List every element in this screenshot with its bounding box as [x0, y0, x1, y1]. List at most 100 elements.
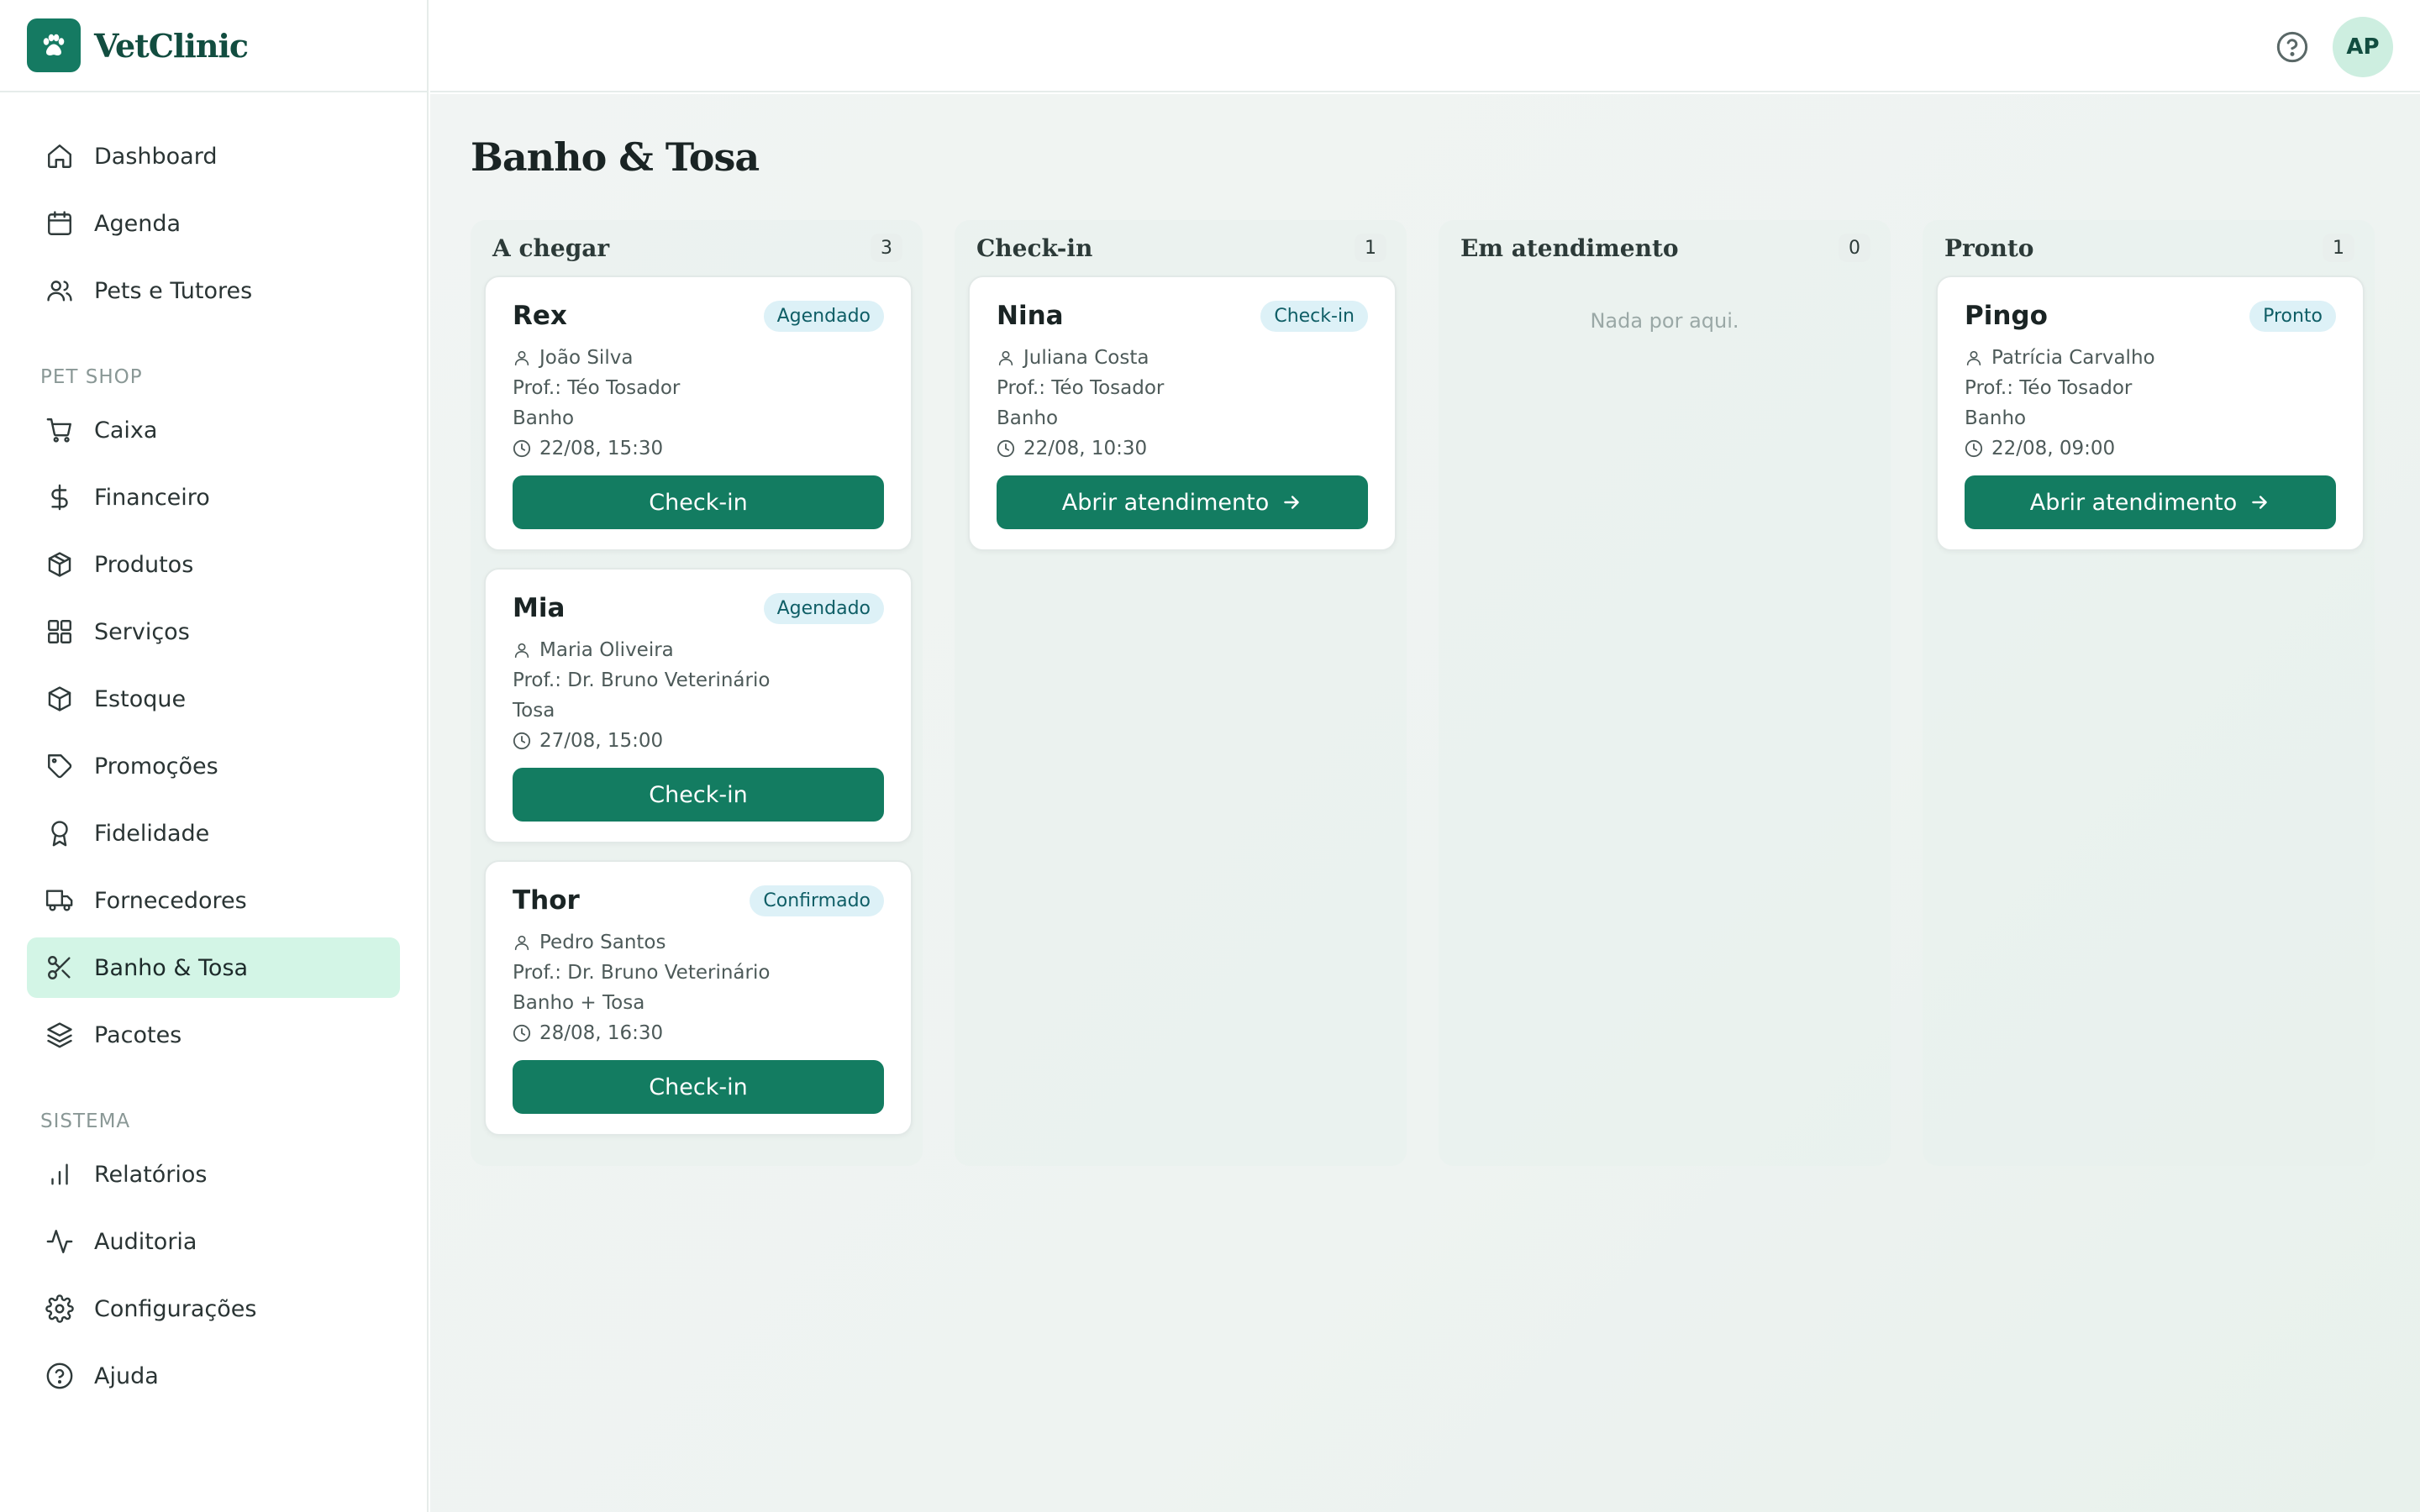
sidebar-item-label: Agenda	[94, 210, 182, 237]
action-label: Check-in	[649, 1074, 748, 1100]
sidebar-item-caixa[interactable]: Caixa	[27, 400, 400, 460]
arrow-right-icon	[2249, 491, 2270, 513]
appointment-datetime: 22/08, 15:30	[539, 438, 664, 459]
check-in-button[interactable]: Check-in	[513, 768, 884, 822]
sidebar-item-label: Auditoria	[94, 1228, 197, 1255]
sidebar-item-fornecedores[interactable]: Fornecedores	[27, 870, 400, 931]
clock-icon	[1965, 439, 1983, 458]
appointment-card[interactable]: Nina Check-in Juliana Costa Prof.: Téo Tosa…	[968, 276, 1397, 551]
sidebar-item-financeiro[interactable]: Financeiro	[27, 467, 400, 528]
appointment-datetime: 27/08, 15:00	[539, 730, 664, 752]
sidebar-item-label: Ajuda	[94, 1362, 159, 1389]
status-badge: Pronto	[2249, 300, 2336, 332]
sidebar-item-pets-e-tutores[interactable]: Pets e Tutores	[27, 260, 400, 321]
gear-icon	[45, 1294, 74, 1323]
column-title: Pronto	[1944, 234, 2034, 262]
grid-icon	[45, 617, 74, 646]
award-icon	[45, 819, 74, 848]
appointment-datetime: 22/08, 09:00	[1991, 438, 2116, 459]
column-title: Em atendimento	[1460, 234, 1679, 262]
paw-icon	[27, 18, 81, 72]
action-label: Check-in	[649, 781, 748, 808]
user-icon	[513, 349, 531, 367]
column-title: Check-in	[976, 234, 1093, 262]
sidebar-item-auditoria[interactable]: Auditoria	[27, 1211, 400, 1272]
sidebar-item-promocoes[interactable]: Promoções	[27, 736, 400, 796]
abrir-atendimento-button[interactable]: Abrir atendimento	[997, 475, 1368, 529]
column-count-badge: 1	[2323, 234, 2354, 262]
sidebar-item-agenda[interactable]: Agenda	[27, 193, 400, 254]
sidebar-item-dashboard[interactable]: Dashboard	[27, 126, 400, 186]
help-icon[interactable]	[2275, 30, 2309, 64]
sidebar-item-label: Financeiro	[94, 484, 210, 511]
user-icon	[997, 349, 1015, 367]
service-type: Banho	[1965, 407, 2027, 429]
box-icon	[45, 685, 74, 713]
empty-state: Nada por aqui.	[1590, 309, 1739, 333]
tutor-name: Juliana Costa	[1023, 347, 1150, 369]
appointment-card[interactable]: Thor Confirmado Pedro Santos Prof.: Dr. Bru…	[484, 860, 913, 1136]
sidebar: VetClinic Dashboard Agenda Pets e Tutores …	[0, 0, 429, 1512]
sidebar-item-banho-tosa[interactable]: Banho & Tosa	[27, 937, 400, 998]
appointment-card[interactable]: Pingo Pronto Patrícia Carvalho Prof.: Téo T…	[1936, 276, 2365, 551]
column-header: Check-in 1	[968, 220, 1393, 276]
brand[interactable]: VetClinic	[0, 0, 427, 92]
package-icon	[45, 550, 74, 579]
bar-chart-icon	[45, 1160, 74, 1189]
layers-icon	[45, 1021, 74, 1049]
professional: Prof.: Téo Tosador	[997, 377, 1165, 399]
sidebar-item-estoque[interactable]: Estoque	[27, 669, 400, 729]
clock-icon	[513, 1024, 531, 1042]
main-content: Banho & Tosa A chegar 3 Rex Agendado João Si…	[430, 94, 2420, 1512]
column-count-badge: 1	[1355, 234, 1386, 262]
appointment-datetime: 22/08, 10:30	[1023, 438, 1148, 459]
sidebar-item-produtos[interactable]: Produtos	[27, 534, 400, 595]
check-in-button[interactable]: Check-in	[513, 1060, 884, 1114]
topbar: AP	[430, 0, 2420, 92]
arrow-right-icon	[1281, 491, 1302, 513]
avatar[interactable]: AP	[2333, 17, 2393, 77]
section-title-sistema: SISTEMA	[40, 1110, 131, 1132]
appointment-card[interactable]: Mia Agendado Maria Oliveira Prof.: Dr. Brun…	[484, 568, 913, 843]
appointment-card[interactable]: Rex Agendado João Silva Prof.: Téo Tosador B…	[484, 276, 913, 551]
status-badge: Agendado	[763, 592, 884, 624]
abrir-atendimento-button[interactable]: Abrir atendimento	[1965, 475, 2336, 529]
sidebar-item-pacotes[interactable]: Pacotes	[27, 1005, 400, 1065]
home-icon	[45, 142, 74, 171]
service-type: Banho + Tosa	[513, 992, 645, 1014]
column-header: Pronto 1	[1936, 220, 2361, 276]
column-a-chegar: A chegar 3 Rex Agendado João Silva Prof.: Téo…	[471, 220, 923, 1166]
sidebar-nav: Dashboard Agenda Pets e Tutores PET SHOP C…	[0, 92, 427, 1406]
pet-name: Thor	[513, 885, 580, 916]
column-header: Em atendimento 0	[1452, 220, 1877, 276]
sidebar-item-fidelidade[interactable]: Fidelidade	[27, 803, 400, 864]
column-count-badge: 0	[1839, 234, 1870, 262]
cart-icon	[45, 416, 74, 444]
sidebar-item-servicos[interactable]: Serviços	[27, 601, 400, 662]
column-title: A chegar	[492, 234, 610, 262]
pet-name: Mia	[513, 593, 566, 623]
action-label: Check-in	[649, 489, 748, 516]
clock-icon	[513, 439, 531, 458]
truck-icon	[45, 886, 74, 915]
check-in-button[interactable]: Check-in	[513, 475, 884, 529]
pet-name: Rex	[513, 301, 567, 331]
tutor-name: João Silva	[539, 347, 634, 369]
appointment-datetime: 28/08, 16:30	[539, 1022, 664, 1044]
service-type: Tosa	[513, 700, 555, 722]
scissors-icon	[45, 953, 74, 982]
user-icon	[1965, 349, 1983, 367]
dollar-icon	[45, 483, 74, 512]
sidebar-item-label: Promoções	[94, 753, 218, 780]
sidebar-item-ajuda[interactable]: Ajuda	[27, 1346, 400, 1406]
professional: Prof.: Téo Tosador	[513, 377, 681, 399]
status-badge: Agendado	[763, 300, 884, 332]
page-title: Banho & Tosa	[471, 134, 760, 180]
pet-name: Nina	[997, 301, 1064, 331]
sidebar-item-relatorios[interactable]: Relatórios	[27, 1144, 400, 1205]
sidebar-item-configuracoes[interactable]: Configurações	[27, 1278, 400, 1339]
users-icon	[45, 276, 74, 305]
sidebar-item-label: Produtos	[94, 551, 194, 578]
section-title-petshop: PET SHOP	[40, 366, 143, 388]
clock-icon	[513, 732, 531, 750]
